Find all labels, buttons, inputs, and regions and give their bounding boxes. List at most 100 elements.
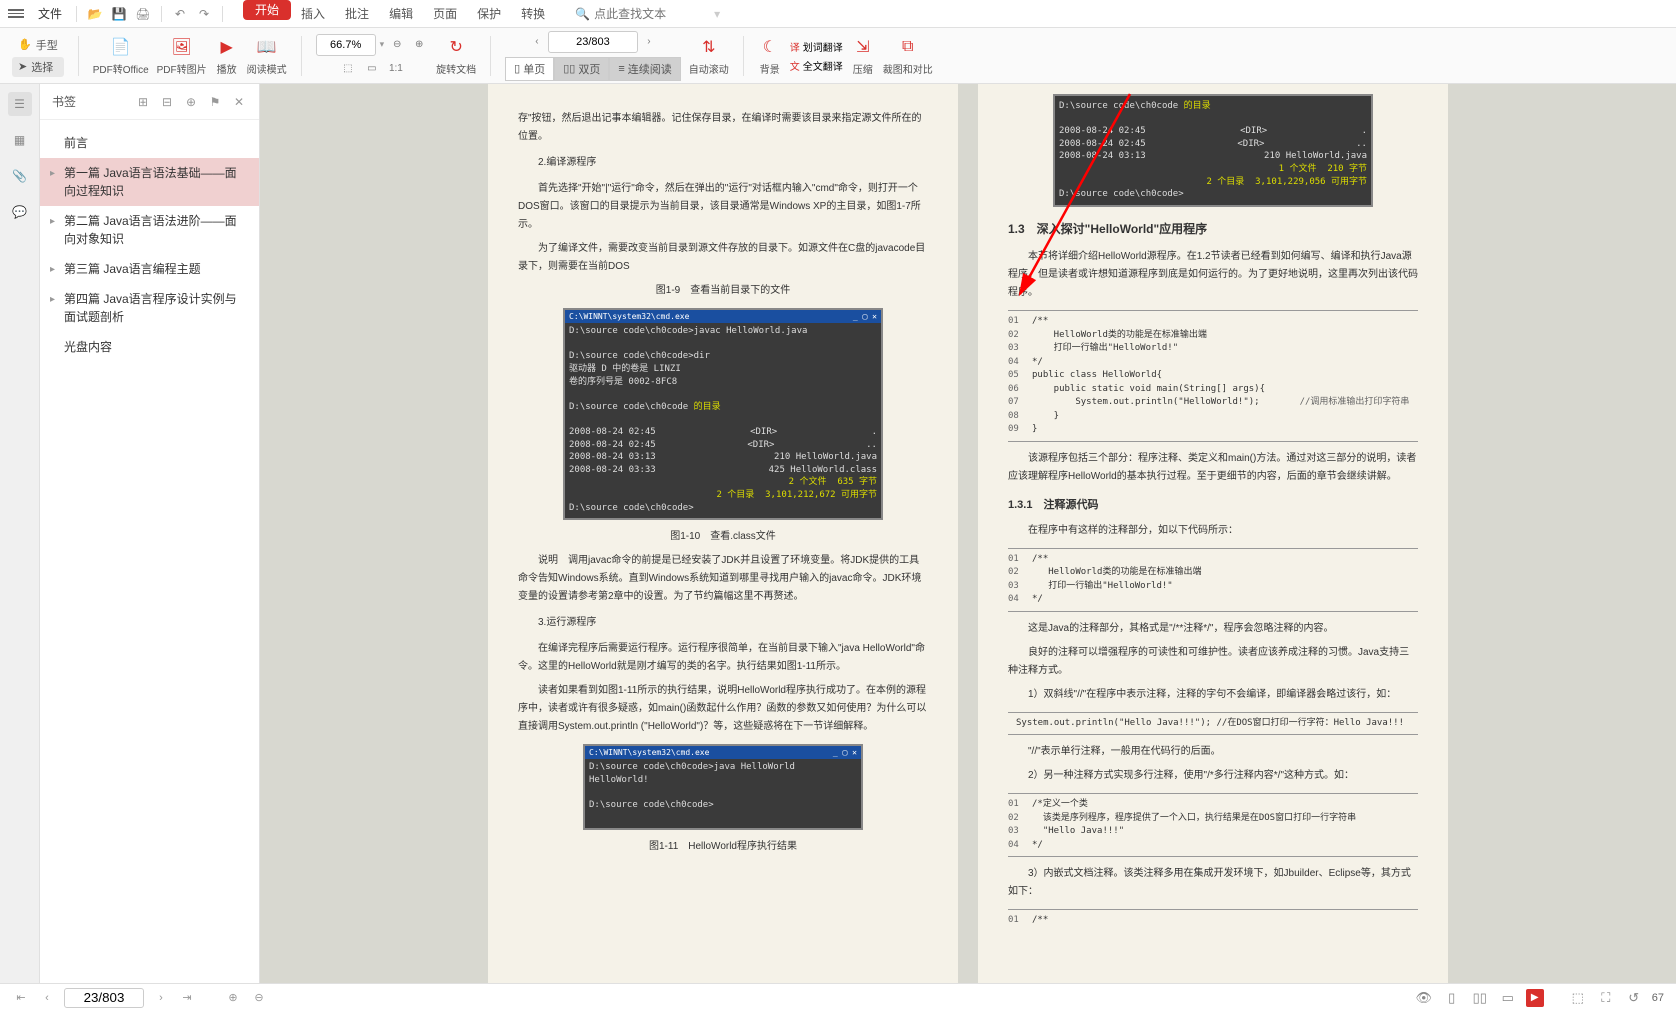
- select-tool[interactable]: ➤选择: [12, 57, 64, 77]
- doc-text: 这是Java的注释部分，其格式是"/**注释*/"，程序会忽略注释的内容。: [1008, 620, 1418, 638]
- code-block: 01/**: [1008, 909, 1418, 932]
- single-page-icon: ▯: [514, 62, 520, 75]
- search-input[interactable]: [594, 7, 714, 21]
- bookmark-panel-icon[interactable]: ☰: [8, 92, 32, 116]
- file-menu[interactable]: 文件: [32, 5, 68, 22]
- pdf-image-button[interactable]: 🖼PDF转图片: [157, 35, 207, 76]
- prev-icon[interactable]: ‹: [38, 989, 56, 1007]
- tab-review[interactable]: 批注: [335, 0, 379, 28]
- bookmark-flag-icon[interactable]: ⚑: [207, 94, 223, 110]
- delete-page-icon[interactable]: ⊖: [250, 989, 268, 1007]
- status-page-input[interactable]: [64, 988, 144, 1008]
- sidebar-title: 书签: [52, 93, 76, 110]
- prev-page-icon[interactable]: ‹: [528, 33, 546, 51]
- heading: 1.3 深入探讨"HelloWorld"应用程序: [1008, 219, 1418, 241]
- save-icon[interactable]: 💾: [109, 4, 129, 24]
- menu-icon[interactable]: [8, 6, 24, 22]
- expand-all-icon[interactable]: ⊞: [135, 94, 151, 110]
- rotate-button[interactable]: ↻旋转文档: [436, 35, 476, 76]
- crop-compare-button[interactable]: ⧉裁图和对比: [883, 35, 933, 76]
- bookmark-item[interactable]: ▸第四篇 Java语言程序设计实例与面试题剖析: [40, 284, 259, 332]
- read-mode-button[interactable]: 📖阅读模式: [247, 35, 287, 76]
- search-icon: 🔍: [575, 7, 590, 21]
- background-button[interactable]: ☾背景: [758, 35, 782, 76]
- full-translate-button[interactable]: 文全文翻译: [790, 58, 843, 73]
- compress-icon: ⇲: [851, 35, 875, 59]
- figure-caption: 图1-9 查看当前目录下的文件: [518, 282, 928, 300]
- rotate-icon: ↻: [444, 35, 468, 59]
- doc-text: 为了编译文件，需要改变当前目录到源文件存放的目录下。如源文件在C盘的javaco…: [518, 240, 928, 276]
- bookmark-item[interactable]: ▸第三篇 Java语言编程主题: [40, 254, 259, 284]
- doc-text: 存"按钮，然后退出记事本编辑器。记住保存目录，在编译时需要该目录来指定源文件所在…: [518, 110, 928, 146]
- page-input[interactable]: [548, 31, 638, 53]
- double-page-button[interactable]: ▯▯双页: [554, 57, 609, 81]
- open-icon[interactable]: 📂: [85, 4, 105, 24]
- redo-icon[interactable]: ↷: [194, 4, 214, 24]
- page-left: 存"按钮，然后退出记事本编辑器。记住保存目录，在编译时需要该目录来指定源文件所在…: [488, 84, 958, 983]
- book-icon: 📖: [255, 35, 279, 59]
- fit-page-icon[interactable]: ▭: [363, 60, 381, 78]
- compress-button[interactable]: ⇲压缩: [851, 35, 875, 76]
- doc-text: 3.运行源程序: [518, 614, 928, 632]
- doc-text: 在程序中有这样的注释部分，如以下代码所示：: [1008, 522, 1418, 540]
- last-page-icon[interactable]: ⇥: [178, 989, 196, 1007]
- figure-caption: 图1-11 HelloWorld程序执行结果: [518, 838, 928, 856]
- bookmark-item[interactable]: ▸第二篇 Java语言语法进阶——面向对象知识: [40, 206, 259, 254]
- doc-text: 在编译完程序后需要运行程序。运行程序很简单，在当前目录下输入"java Hell…: [518, 640, 928, 676]
- attachment-panel-icon[interactable]: 📎: [8, 164, 32, 188]
- double-page-icon: ▯▯: [563, 62, 575, 75]
- play-button[interactable]: ▶播放: [215, 35, 239, 76]
- view-single-icon[interactable]: ▯: [1442, 988, 1462, 1008]
- bookmark-item[interactable]: ▸第一篇 Java语言语法基础——面向过程知识: [40, 158, 259, 206]
- heading: 1.3.1 注释源代码: [1008, 496, 1418, 516]
- fit-width-icon[interactable]: ⬚: [339, 60, 357, 78]
- tab-page[interactable]: 页面: [423, 0, 467, 28]
- status-play-button[interactable]: ▶: [1526, 989, 1544, 1007]
- tab-convert[interactable]: 转换: [511, 0, 555, 28]
- next-page-icon[interactable]: ›: [640, 33, 658, 51]
- tab-start[interactable]: 开始: [243, 0, 291, 20]
- zoom-reset-icon[interactable]: ↺: [1624, 988, 1644, 1008]
- zoom-input[interactable]: [316, 34, 376, 56]
- tab-protect[interactable]: 保护: [467, 0, 511, 28]
- view-double-icon[interactable]: ▯▯: [1470, 988, 1490, 1008]
- zoom-in-icon[interactable]: ⊕: [410, 36, 428, 54]
- bookmark-item[interactable]: 前言: [40, 128, 259, 158]
- collapse-all-icon[interactable]: ⊟: [159, 94, 175, 110]
- print-icon[interactable]: 🖨: [133, 4, 153, 24]
- cmd-screenshot: C:\WINNT\system32\cmd.exe_ ▢ ✕ D:\source…: [583, 744, 863, 830]
- hand-tool[interactable]: ✋手型: [12, 35, 64, 55]
- continuous-button[interactable]: ≡连续阅读: [609, 57, 680, 81]
- actual-size-icon[interactable]: 1:1: [387, 60, 405, 78]
- tab-insert[interactable]: 插入: [291, 0, 335, 28]
- pdf-image-icon: 🖼: [170, 35, 194, 59]
- moon-icon: ☾: [758, 35, 782, 59]
- pdf-office-button[interactable]: 📄PDF转Office: [93, 35, 149, 76]
- zoom-label: 67: [1652, 992, 1664, 1004]
- close-sidebar-icon[interactable]: ✕: [231, 94, 247, 110]
- zoom-out-icon[interactable]: ⊖: [388, 36, 406, 54]
- doc-text: 本节将详细介绍HelloWorld源程序。在1.2节读者已经看到如何编写、编译和…: [1008, 248, 1418, 302]
- comment-panel-icon[interactable]: 💬: [8, 200, 32, 224]
- undo-icon[interactable]: ↶: [170, 4, 190, 24]
- doc-text: 读者如果看到如图1-11所示的执行结果，说明HelloWorld程序执行成功了。…: [518, 682, 928, 736]
- add-page-icon[interactable]: ⊕: [224, 989, 242, 1007]
- auto-scroll-button[interactable]: ⇅自动滚动: [689, 35, 729, 76]
- add-bookmark-icon[interactable]: ⊕: [183, 94, 199, 110]
- first-page-icon[interactable]: ⇤: [12, 989, 30, 1007]
- view-book-icon[interactable]: ▭: [1498, 988, 1518, 1008]
- cmd-screenshot: D:\source code\ch0code 的目录 2008-08-24 02…: [1053, 94, 1373, 207]
- doc-text: "//"表示单行注释，一般用在代码行的后面。: [1008, 743, 1418, 761]
- doc-text: 说明 调用javac命令的前提是已经安装了JDK并且设置了环境变量。将JDK提供…: [518, 552, 928, 606]
- eye-icon[interactable]: 👁: [1414, 988, 1434, 1008]
- bookmark-item[interactable]: 光盘内容: [40, 332, 259, 362]
- thumbnail-panel-icon[interactable]: ▦: [8, 128, 32, 152]
- fullscreen-icon[interactable]: ⛶: [1596, 988, 1616, 1008]
- word-translate-button[interactable]: 译划词翻译: [790, 39, 843, 54]
- play-icon: ▶: [215, 35, 239, 59]
- next-icon[interactable]: ›: [152, 989, 170, 1007]
- tab-edit[interactable]: 编辑: [379, 0, 423, 28]
- doc-text: 首先选择"开始"|"运行"命令，然后在弹出的"运行"对话框内输入"cmd"命令，…: [518, 180, 928, 234]
- single-page-button[interactable]: ▯单页: [505, 57, 554, 81]
- fit-icon[interactable]: ⬚: [1568, 988, 1588, 1008]
